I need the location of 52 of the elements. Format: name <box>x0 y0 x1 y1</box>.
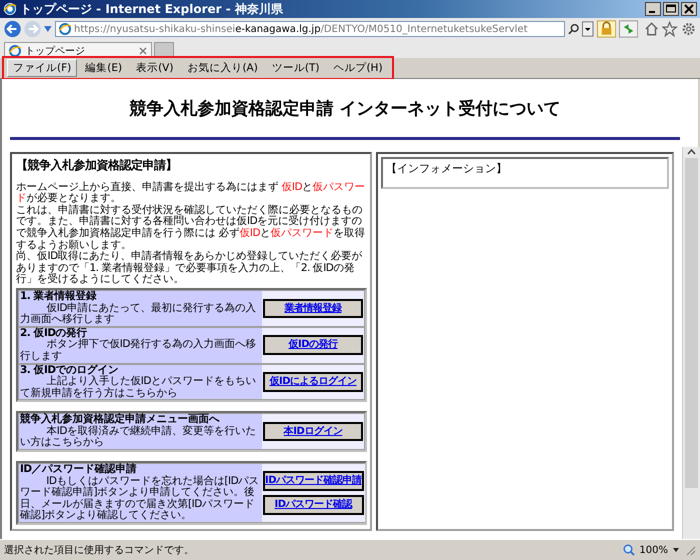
close-icon[interactable] <box>139 46 147 54</box>
info-title: 【インフォメーション】 <box>386 162 507 175</box>
refresh-button[interactable] <box>619 20 638 38</box>
zoom-level[interactable]: 100% <box>639 544 668 556</box>
menu-item[interactable]: ツール(T) <box>266 59 326 77</box>
menu-item[interactable]: ヘルプ(H) <box>327 59 389 77</box>
link-button[interactable]: 業者情報登録 <box>263 298 363 318</box>
back-button[interactable] <box>4 20 22 38</box>
row-title: 3. 仮IDでのログイン <box>20 364 120 376</box>
paragraph: ホームページ上から直接、申請書を提出する為にはまず 仮IDと仮パスワードが必要となります。 <box>16 182 366 204</box>
lock-icon[interactable] <box>596 20 616 38</box>
zoom-icon[interactable] <box>623 544 636 556</box>
caret-icon[interactable] <box>672 547 680 553</box>
settings-icon[interactable] <box>680 21 696 37</box>
page-heading: 競争入札参加資格認定申請 インターネット受付について <box>128 98 562 121</box>
page-icon <box>9 44 21 56</box>
dropdown-button[interactable] <box>582 21 594 37</box>
address-field[interactable]: https://nyusatsu-shikaku-shinseie-kanagawa.lg.jp/DENTYO/M0510_InternetuketsukeServlet <box>55 21 566 37</box>
row-description: 上記より入手した仮IDとパスワードをもちいて新規申請を行う方はこちらから <box>20 376 257 400</box>
row-description: 仮ID申請にあたって、最初に発行する為の入力画面へ移行します <box>20 302 257 326</box>
menu-item[interactable]: 編集(E) <box>79 59 128 77</box>
row-title: 1. 業者情報登録 <box>20 290 98 302</box>
paragraph: これは、申請書に対する受付状況を確認していただく際に必要となるものです。また、申請書に対する各種問い合わせは仮IDを元に受け付けますので競争入札参加資格認定申請を行う際には 必ず仮IDと仮パスワード を取得するようお願いします。 <box>16 204 366 251</box>
link-button[interactable]: 仮IDによるログイン <box>263 372 363 392</box>
row-title: 2. 仮IDの発行 <box>20 328 88 339</box>
scrollbar[interactable] <box>682 147 700 539</box>
row-title: ID／パスワード確認申請 <box>20 464 138 476</box>
row-description: IDもしくはパスワードを忘れた場合は[IDパスワード確認申請]ボタンより申請してください。後日、メールが届きますので届き次第[IDパスワード確認]ボタンより確認してください。 <box>20 476 260 522</box>
status-text: 選択された項目に使用するコマンドです。 <box>4 544 195 557</box>
window-title: トップページ - Internet Explorer - 神奈川県 <box>20 0 284 18</box>
menu-item[interactable]: 表示(V) <box>130 59 180 77</box>
resize-grip-icon[interactable] <box>684 544 696 556</box>
scroll-up-icon[interactable] <box>687 147 696 156</box>
section-title: 【競争入札参加資格認定申請】 <box>16 160 178 172</box>
page-icon <box>59 23 72 35</box>
search-icon[interactable] <box>568 23 580 35</box>
row-description: 本IDを取得済みで継続申請、変更等を行いたい方はこちらから <box>20 426 257 450</box>
menu-item[interactable]: お気に入り(A) <box>181 59 264 77</box>
link-button[interactable]: 本IDログイン <box>263 422 363 442</box>
link-button[interactable]: IDパスワード確認申請 <box>263 471 364 492</box>
home-icon[interactable] <box>644 21 660 37</box>
browser-logo-icon <box>3 2 17 16</box>
star-icon[interactable] <box>662 21 678 37</box>
row-description: ボタン押下で仮ID発行する為の入力画面へ移行します <box>20 339 257 362</box>
close-button[interactable] <box>681 2 697 16</box>
link-button[interactable]: 仮IDの発行 <box>263 335 363 355</box>
maximize-button[interactable] <box>663 2 679 16</box>
menu-item[interactable]: ファイル(F) <box>7 59 78 77</box>
paragraph: 尚、仮ID取得にあたり、申請者情報をあらかじめ登録していただく必要がありますので「1. 業者情報登録」で必要事項を入力の上、「2. 仮IDの発行」を受けるようにしてください。 <box>16 251 364 286</box>
minimize-button[interactable] <box>645 2 661 16</box>
link-button[interactable]: IDパスワード確認 <box>263 495 364 515</box>
row-title: 競争入札参加資格認定申請メニュー画面へ <box>20 414 220 426</box>
